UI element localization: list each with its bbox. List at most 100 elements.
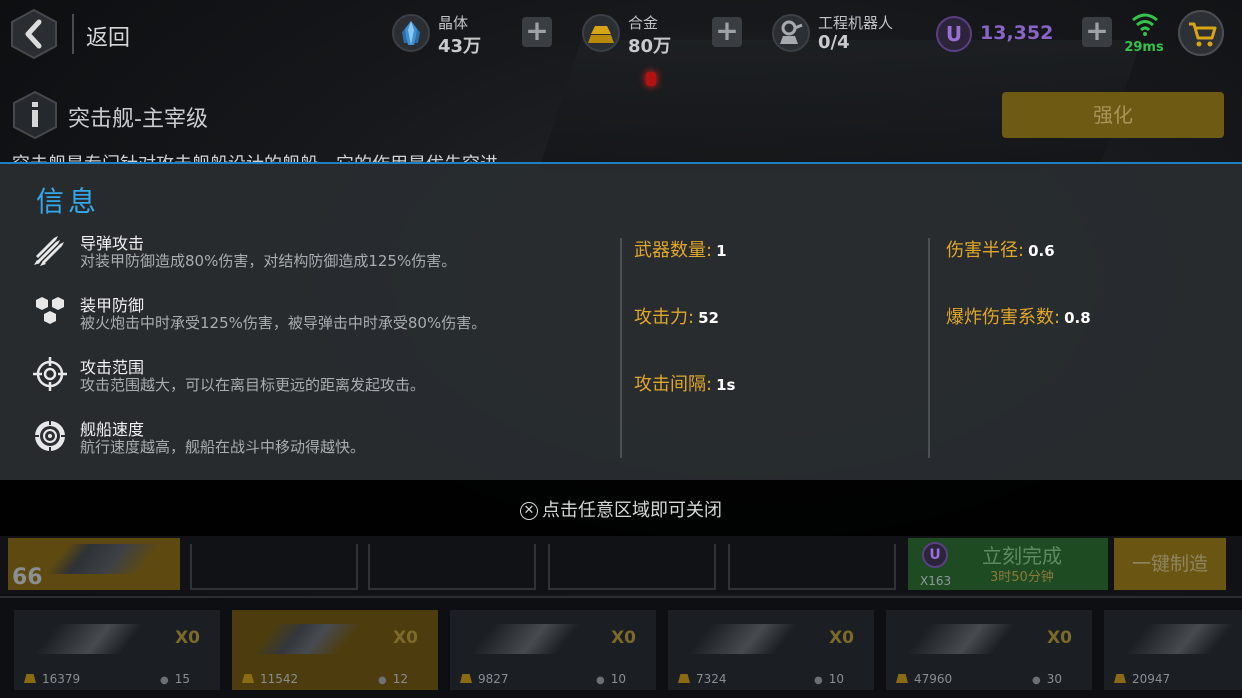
ship-card-selected[interactable]: X0 11542 12: [232, 610, 438, 690]
stat-attack-interval: 攻击间隔: 1s: [634, 370, 735, 396]
stat-value: 0.6: [1028, 242, 1055, 260]
resource-name: 工程机器人: [818, 14, 894, 32]
ship-cost: 11542: [242, 672, 298, 686]
ship-cost: 9827: [460, 672, 509, 686]
feature-description: 航行速度越高，舰船在战斗中移动得越快。: [80, 438, 366, 456]
instant-cost: X163: [920, 574, 952, 588]
ship-cost: 47960: [896, 672, 952, 686]
ship-selection-strip: X0 16379 15 X0 11542 12 X0 9827 10 X0 73…: [0, 596, 1242, 698]
ship-card[interactable]: 20947: [1104, 610, 1242, 690]
ship-silhouette: [39, 544, 167, 574]
ship-crew: 15: [160, 672, 190, 686]
ship-crew: 12: [378, 672, 408, 686]
feature-description: 对装甲防御造成80%伤害，对结构防御造成125%伤害。: [80, 252, 457, 270]
ship-crew: 10: [596, 672, 626, 686]
ship-card[interactable]: X0 7324 10: [668, 610, 874, 690]
resource-value: 0/4: [818, 32, 850, 53]
ship-count: X0: [175, 628, 200, 648]
feature-description: 攻击范围越大，可以在离目标更远的距离发起攻击。: [80, 376, 426, 394]
red-beacon-light: [646, 72, 656, 86]
alloy-icon: [582, 14, 620, 52]
stat-label: 爆炸伤害系数:: [946, 307, 1061, 328]
shop-cart-button[interactable]: [1178, 10, 1224, 56]
ship-cost: 16379: [24, 672, 80, 686]
missile-attack-icon: [32, 232, 68, 268]
add-currency-button[interactable]: +: [1082, 17, 1112, 47]
stat-value: 0.8: [1064, 309, 1091, 327]
premium-currency-value: 13,352: [980, 22, 1054, 44]
speed-icon: [32, 418, 68, 454]
armor-defense-icon: [32, 294, 68, 330]
resource-name: 合金: [628, 14, 659, 32]
crosshair-icon: [32, 356, 68, 392]
close-hint[interactable]: ✕ 点击任意区域即可关闭: [0, 496, 1242, 522]
upgrade-button[interactable]: 强化: [1002, 92, 1224, 138]
ship-card[interactable]: X0 9827 10: [450, 610, 656, 690]
ship-thumbnail: [688, 624, 798, 654]
network-status: 29ms: [1120, 10, 1168, 56]
feature-attack-range: 攻击范围 攻击范围越大，可以在离目标更远的距离发起攻击。: [32, 354, 612, 402]
feature-description: 被火炮击中时承受125%伤害，被导弹击中时承受80%伤害。: [80, 314, 487, 332]
stat-label: 武器数量:: [634, 240, 713, 261]
ship-info-button[interactable]: [12, 90, 58, 140]
resource-value: 80万: [628, 36, 672, 57]
ship-thumbnail: [470, 624, 580, 654]
one-click-build-button[interactable]: 一键制造: [1114, 538, 1226, 590]
stat-attack-power: 攻击力: 52: [634, 303, 719, 329]
resource-name: 晶体: [438, 14, 469, 32]
queue-slot[interactable]: [190, 544, 358, 590]
ship-crew: 30: [1032, 672, 1062, 686]
wifi-icon: [1132, 13, 1158, 36]
instant-complete-button[interactable]: U X163 立刻完成 3时50分钟: [908, 538, 1108, 590]
column-divider: [928, 238, 930, 458]
ship-thumbnail: [1124, 624, 1234, 654]
queue-slot[interactable]: [548, 544, 716, 590]
back-button[interactable]: [10, 8, 58, 60]
add-alloy-button[interactable]: +: [712, 17, 742, 47]
overlay-title: 信息: [36, 185, 101, 218]
close-circle-icon: ✕: [520, 502, 538, 520]
top-bar: 返回 晶体 43万 + 合金 80万 + 工程机器人 0/4 U 13,352 …: [0, 0, 1242, 68]
stat-value: 1s: [716, 376, 736, 394]
stat-damage-radius: 伤害半径: 0.6: [946, 236, 1055, 262]
back-arrow-icon: [11, 8, 57, 60]
feature-missile-attack: 导弹攻击 对装甲防御造成80%伤害，对结构防御造成125%伤害。: [32, 230, 612, 278]
feature-armor-defense: 装甲防御 被火炮击中时承受125%伤害，被导弹击中时承受80%伤害。: [32, 292, 612, 340]
crystal-icon: [392, 14, 430, 52]
info-icon: [13, 90, 57, 140]
close-hint-label: 点击任意区域即可关闭: [542, 500, 722, 521]
column-divider: [620, 238, 622, 458]
ship-count: X0: [1047, 628, 1072, 648]
robot-icon: [772, 14, 810, 52]
instant-label: 立刻完成: [982, 544, 1062, 568]
queue-slot[interactable]: [728, 544, 896, 590]
ship-card[interactable]: X0 16379 15: [14, 610, 220, 690]
stat-label: 伤害半径:: [946, 240, 1025, 261]
stat-label: 攻击力:: [634, 307, 695, 328]
ship-thumbnail: [252, 624, 362, 654]
feature-ship-speed: 舰船速度 航行速度越高，舰船在战斗中移动得越快。: [32, 416, 612, 464]
ship-count: X0: [829, 628, 854, 648]
ship-level: 66: [12, 565, 43, 590]
ship-cost: 7324: [678, 672, 727, 686]
premium-currency-icon: U: [922, 542, 948, 568]
ship-count: X0: [393, 628, 418, 648]
queue-slot[interactable]: [368, 544, 536, 590]
ship-card[interactable]: X0 47960 30: [886, 610, 1092, 690]
instant-time: 3时50分钟: [990, 570, 1054, 585]
resource-value: 43万: [438, 36, 482, 57]
ship-title: 突击舰-主宰级: [68, 107, 208, 132]
back-label[interactable]: 返回: [86, 20, 130, 52]
close-overlay-bar[interactable]: ✕ 点击任意区域即可关闭: [0, 480, 1242, 536]
ping-value: 29ms: [1124, 40, 1164, 55]
premium-currency-icon: U: [936, 16, 972, 52]
info-overlay-panel[interactable]: 信息 导弹攻击 对装甲防御造成80%伤害，对结构防御造成125%伤害。 装甲防御…: [0, 162, 1242, 480]
stat-value: 52: [698, 309, 719, 327]
ship-thumbnail: [34, 624, 144, 654]
ship-cost: 20947: [1114, 672, 1170, 686]
stat-weapon-count: 武器数量: 1: [634, 236, 727, 262]
current-ship-slot[interactable]: 66: [8, 538, 180, 590]
ship-description: 突击舰是专门针对攻击舰船设计的舰船，它的作用是优先突进: [12, 150, 498, 162]
stat-explosion-coefficient: 爆炸伤害系数: 0.8: [946, 303, 1091, 329]
add-crystal-button[interactable]: +: [522, 17, 552, 47]
